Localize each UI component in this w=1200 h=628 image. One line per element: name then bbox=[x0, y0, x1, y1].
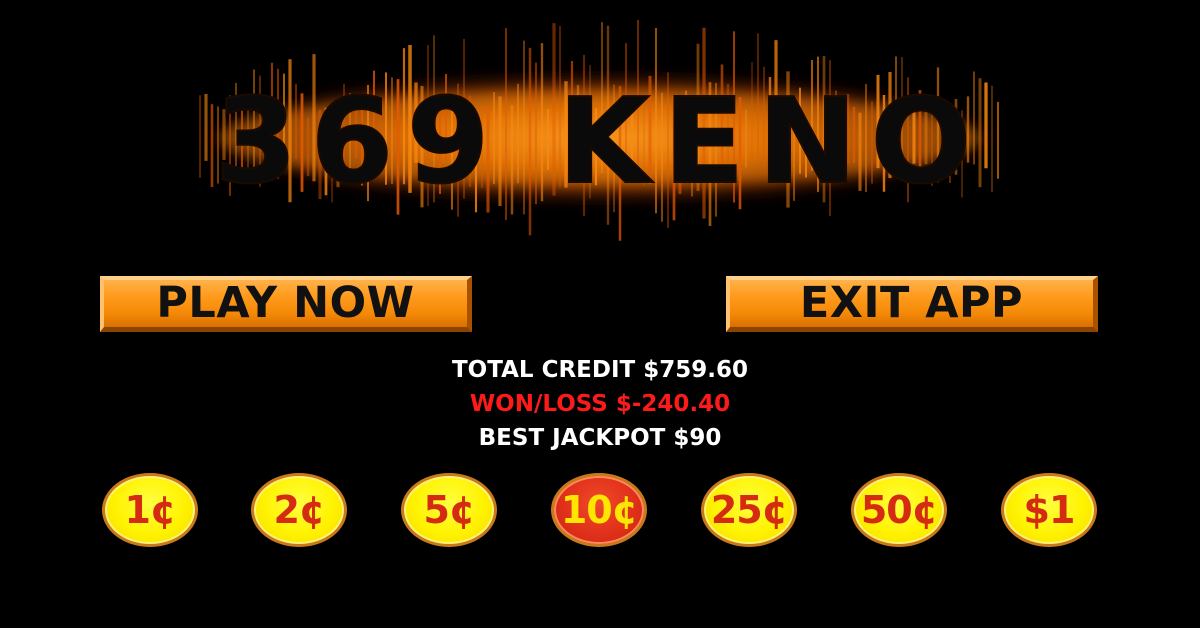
denomination-1-cent-button[interactable]: 1¢ bbox=[102, 473, 198, 547]
denomination-label: 50¢ bbox=[860, 488, 938, 532]
denomination-label: 25¢ bbox=[710, 488, 788, 532]
exit-app-label: EXIT APP bbox=[799, 278, 1024, 328]
denomination-5-cent-button[interactable]: 5¢ bbox=[401, 473, 497, 547]
denomination-label: $1 bbox=[1023, 488, 1076, 532]
play-now-label: PLAY NOW bbox=[156, 278, 415, 328]
best-jackpot-text: BEST JACKPOT $90 bbox=[478, 425, 722, 451]
play-now-button[interactable]: PLAY NOW bbox=[100, 276, 472, 332]
denomination-1-dollar-button[interactable]: $1 bbox=[1001, 473, 1097, 547]
denomination-25-cent-button[interactable]: 25¢ bbox=[701, 473, 797, 547]
denomination-label: 1¢ bbox=[124, 488, 177, 532]
total-credit-text: TOTAL CREDIT $759.60 bbox=[451, 357, 748, 383]
denomination-50-cent-button[interactable]: 50¢ bbox=[851, 473, 947, 547]
denomination-10-cent-button[interactable]: 10¢ bbox=[551, 473, 647, 547]
denomination-label: 10¢ bbox=[560, 488, 638, 532]
denomination-label: 2¢ bbox=[273, 488, 326, 532]
denomination-label: 5¢ bbox=[423, 488, 476, 532]
denomination-2-cent-button[interactable]: 2¢ bbox=[251, 473, 347, 547]
logo-text: 369 KENO bbox=[215, 72, 986, 210]
exit-app-button[interactable]: EXIT APP bbox=[726, 276, 1098, 332]
game-logo: 369 KENO bbox=[160, 10, 1040, 260]
game-menu-screen: 369 KENO PLAY NOW EXIT APP TOTAL CREDIT … bbox=[0, 0, 1200, 628]
won-loss-text: WON/LOSS $-240.40 bbox=[469, 391, 731, 417]
